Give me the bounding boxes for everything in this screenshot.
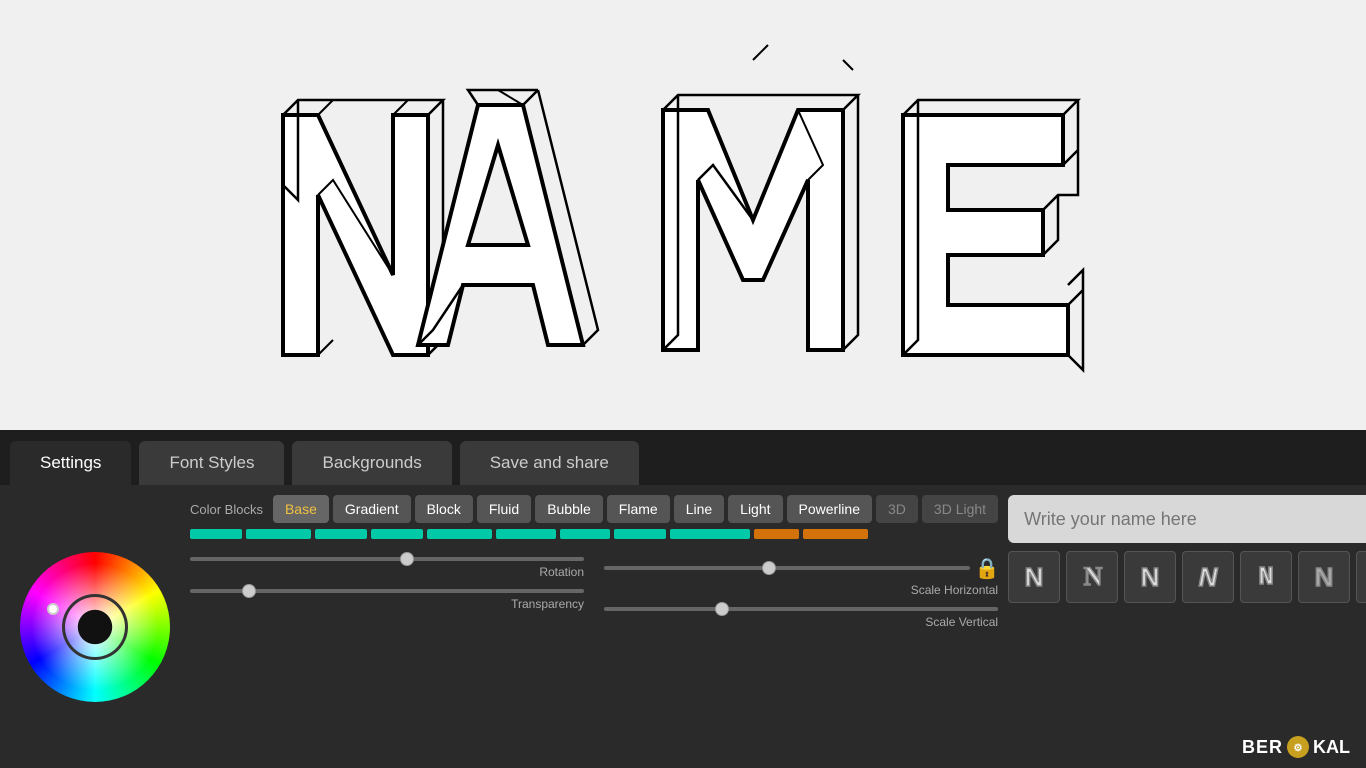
style-btn-light[interactable]: Light [728, 495, 782, 523]
tab-save-share[interactable]: Save and share [460, 441, 639, 485]
tab-font-styles[interactable]: Font Styles [139, 441, 284, 485]
lock-icon[interactable]: 🔒 [976, 557, 998, 579]
style-btn-fluid[interactable]: Fluid [477, 495, 531, 523]
font-tiles: N N N N N N N N [1008, 551, 1366, 603]
scale-h-slider-thumb[interactable] [762, 561, 776, 575]
swatch-3dlight[interactable] [803, 529, 868, 539]
style-btn-block[interactable]: Block [415, 495, 473, 523]
name-input-container [1008, 495, 1366, 543]
style-btn-3d[interactable]: 3D [876, 495, 918, 523]
swatch-fluid[interactable] [371, 529, 423, 539]
tabs-row: Settings Font Styles Backgrounds Save an… [0, 430, 1366, 485]
swatch-powerline[interactable] [670, 529, 750, 539]
berokal-brand-text2: KAL [1313, 737, 1350, 758]
swatch-base[interactable] [190, 529, 242, 539]
swatch-flame[interactable] [496, 529, 556, 539]
swatch-bubble[interactable] [427, 529, 492, 539]
color-blocks-row: Color Blocks Base Gradient Block Fluid B… [190, 495, 998, 523]
style-btn-3dlight[interactable]: 3D Light [922, 495, 998, 523]
font-tile-0[interactable]: N [1008, 551, 1060, 603]
font-tile-2[interactable]: N [1124, 551, 1176, 603]
style-btn-gradient[interactable]: Gradient [333, 495, 411, 523]
color-wheel-selector-dot [47, 603, 59, 615]
color-blocks-label: Color Blocks [190, 502, 263, 517]
transparency-slider-thumb[interactable] [242, 584, 256, 598]
swatch-line[interactable] [560, 529, 610, 539]
rotation-label: Rotation [190, 565, 584, 579]
swatch-block[interactable] [315, 529, 367, 539]
panel-content: Color Blocks Base Gradient Block Fluid B… [0, 485, 1366, 768]
scale-v-slider-track[interactable] [604, 607, 998, 611]
style-btn-bubble[interactable]: Bubble [535, 495, 603, 523]
color-wheel[interactable] [20, 552, 170, 702]
scale-h-slider-track[interactable] [604, 566, 970, 570]
berokal-circle-icon: ⚙ [1287, 736, 1309, 758]
berokal-brand-text: BER [1242, 737, 1283, 758]
scale-v-slider-row: Scale Vertical [604, 607, 998, 629]
berokal-logo: BER ⚙ KAL [1242, 736, 1350, 758]
left-slider-group: Rotation Transparency [190, 557, 584, 629]
settings-right: Color Blocks Base Gradient Block Fluid B… [190, 495, 998, 758]
style-btn-flame[interactable]: Flame [607, 495, 670, 523]
bottom-panel: Settings Font Styles Backgrounds Save an… [0, 430, 1366, 768]
font-tile-1[interactable]: N [1066, 551, 1118, 603]
graffiti-preview [233, 25, 1133, 405]
scale-h-label: Scale Horizontal [604, 583, 998, 597]
right-panel: N N N N N N N N [1008, 495, 1366, 758]
swatch-3d[interactable] [754, 529, 799, 539]
rotation-slider-thumb[interactable] [400, 552, 414, 566]
tab-backgrounds[interactable]: Backgrounds [292, 441, 451, 485]
style-btn-base[interactable]: Base [273, 495, 329, 523]
scale-h-slider-row: 🔒 Scale Horizontal [604, 557, 998, 597]
canvas-area [0, 0, 1366, 430]
svg-text:⚙: ⚙ [1294, 743, 1303, 754]
font-tile-5[interactable]: N [1298, 551, 1350, 603]
rotation-slider-row: Rotation [190, 557, 584, 579]
sliders-area: Rotation Transparency [190, 557, 998, 629]
color-wheel-container[interactable] [10, 495, 180, 758]
swatches-row [190, 529, 998, 539]
transparency-slider-track[interactable] [190, 589, 584, 593]
font-tile-6[interactable]: N [1356, 551, 1366, 603]
font-tile-4[interactable]: N [1240, 551, 1292, 603]
scale-v-slider-thumb[interactable] [715, 602, 729, 616]
transparency-label: Transparency [190, 597, 584, 611]
right-slider-group: 🔒 Scale Horizontal Scale Vertical [604, 557, 998, 629]
swatch-gradient[interactable] [246, 529, 311, 539]
name-input[interactable] [1008, 495, 1366, 543]
tab-settings[interactable]: Settings [10, 441, 131, 485]
color-wheel-inner [20, 552, 170, 702]
scale-v-label: Scale Vertical [604, 615, 998, 629]
style-btn-powerline[interactable]: Powerline [787, 495, 872, 523]
font-tile-3[interactable]: N [1182, 551, 1234, 603]
swatch-light[interactable] [614, 529, 666, 539]
style-btn-line[interactable]: Line [674, 495, 724, 523]
rotation-slider-track[interactable] [190, 557, 584, 561]
transparency-slider-row: Transparency [190, 589, 584, 611]
